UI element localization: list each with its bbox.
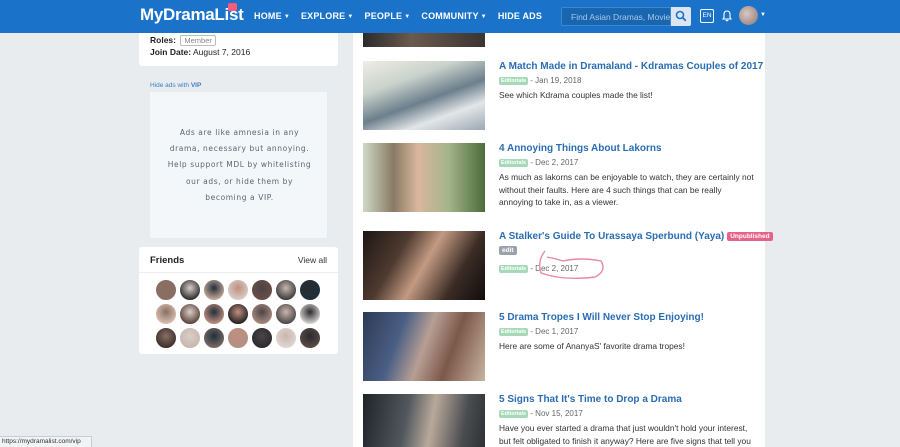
friend-avatar[interactable] [203, 327, 225, 349]
friend-avatar[interactable] [155, 303, 177, 325]
article-description: See which Kdrama couples made the list! [499, 90, 653, 100]
bell-icon[interactable] [722, 10, 732, 22]
article-title[interactable]: 5 Signs That It's Time to Drop a Drama [499, 394, 682, 405]
nav-people[interactable]: PEOPLE ▼ [365, 11, 411, 21]
friends-grid [155, 279, 321, 349]
search-input[interactable]: Find Asian Dramas, Movies [561, 7, 671, 26]
friend-avatar[interactable] [299, 327, 321, 349]
article-meta: Editorials - Jan 19, 2018 [499, 76, 582, 85]
friend-avatar[interactable] [275, 327, 297, 349]
profile-info-panel: Roles: Member Join Date: August 7, 2016 [139, 33, 338, 66]
roles-row: Roles: Member [150, 35, 216, 46]
friend-avatar[interactable] [251, 327, 273, 349]
divider [139, 272, 338, 273]
article-title[interactable]: 4 Annoying Things About Lakorns [499, 143, 662, 154]
article-title[interactable]: A Stalker's Guide To Urassaya Sperbund (… [499, 231, 773, 242]
article-meta: Editorials - Dec 2, 2017 [499, 158, 579, 167]
language-button[interactable]: EN [700, 9, 714, 23]
friend-avatar[interactable] [155, 279, 177, 301]
article-thumbnail[interactable] [363, 312, 485, 381]
friend-avatar[interactable] [227, 327, 249, 349]
article-list: A Match Made in Dramaland - Kdramas Coup… [353, 33, 773, 447]
nav-hide-ads[interactable]: HIDE ADS [498, 11, 542, 21]
friend-avatar[interactable] [299, 279, 321, 301]
annotation-scribble [538, 250, 604, 280]
friend-avatar[interactable] [251, 279, 273, 301]
friend-avatar[interactable] [179, 279, 201, 301]
nav-community[interactable]: COMMUNITY ▼ [421, 11, 486, 21]
nav-links: HOME ▼ EXPLORE ▼ PEOPLE ▼ COMMUNITY ▼ HIDE A… [254, 11, 542, 21]
article-thumbnail[interactable] [363, 61, 485, 130]
caret-down-icon: ▼ [283, 14, 290, 20]
search-button[interactable] [671, 7, 691, 26]
top-navbar: MyDramaList HOME ▼ EXPLORE ▼ PEOPLE ▼ COMMU… [0, 0, 900, 33]
friend-avatar[interactable] [227, 279, 249, 301]
friend-avatar[interactable] [203, 303, 225, 325]
friends-title: Friends [150, 255, 185, 266]
friend-avatar[interactable] [275, 303, 297, 325]
friend-avatar[interactable] [275, 279, 297, 301]
friend-avatar[interactable] [227, 303, 249, 325]
article-meta: Editorials - Dec 1, 2017 [499, 327, 579, 336]
hide-ads-link[interactable]: Hide ads with VIP [150, 82, 201, 89]
friend-avatar[interactable] [155, 327, 177, 349]
join-date-row: Join Date: August 7, 2016 [150, 47, 251, 57]
friend-avatar[interactable] [251, 303, 273, 325]
article-description: Here are some of AnanyaS' favorite drama… [499, 341, 685, 351]
article-title[interactable]: A Match Made in Dramaland - Kdramas Coup… [499, 61, 763, 72]
user-avatar[interactable] [739, 6, 758, 25]
caret-down-icon: ▼ [480, 14, 487, 20]
article-thumbnail[interactable] [363, 231, 485, 300]
ad-message: Ads are like amnesia in any drama, neces… [167, 128, 312, 202]
article-description: As much as lakorns can be enjoyable to w… [499, 172, 754, 208]
friend-avatar[interactable] [299, 303, 321, 325]
logo-badge [228, 3, 237, 11]
ad-placeholder: Ads are like amnesia in any drama, neces… [149, 91, 328, 239]
friend-avatar[interactable] [179, 327, 201, 349]
caret-down-icon: ▼ [347, 14, 354, 20]
editorials-badge[interactable]: Editorials [499, 159, 529, 167]
article-thumbnail[interactable] [363, 394, 485, 447]
friends-panel: Friends View all [139, 247, 338, 354]
article-description: Have you ever started a drama that just … [499, 423, 751, 446]
article-thumbnail[interactable] [363, 33, 485, 47]
edit-button[interactable]: edit [499, 246, 517, 255]
editorials-badge[interactable]: Editorials [499, 328, 529, 336]
search-icon [675, 10, 687, 22]
editorials-badge[interactable]: Editorials [499, 410, 529, 418]
browser-status-bar: https://mydramalist.com/vip [0, 436, 92, 447]
caret-down-icon[interactable]: ▼ [760, 12, 766, 18]
view-all-friends-link[interactable]: View all [298, 255, 327, 265]
editorials-badge[interactable]: Editorials [499, 77, 529, 85]
friend-avatar[interactable] [203, 279, 225, 301]
nav-home[interactable]: HOME ▼ [254, 11, 290, 21]
role-badge: Member [180, 35, 216, 46]
nav-explore[interactable]: EXPLORE ▼ [301, 11, 354, 21]
caret-down-icon: ▼ [404, 14, 411, 20]
article-meta: Editorials - Nov 15, 2017 [499, 409, 583, 418]
unpublished-badge: Unpublished [727, 232, 773, 241]
editorials-badge[interactable]: Editorials [499, 265, 529, 273]
friend-avatar[interactable] [179, 303, 201, 325]
article-title[interactable]: 5 Drama Tropes I Will Never Stop Enjoyin… [499, 312, 704, 323]
article-thumbnail[interactable] [363, 143, 485, 212]
